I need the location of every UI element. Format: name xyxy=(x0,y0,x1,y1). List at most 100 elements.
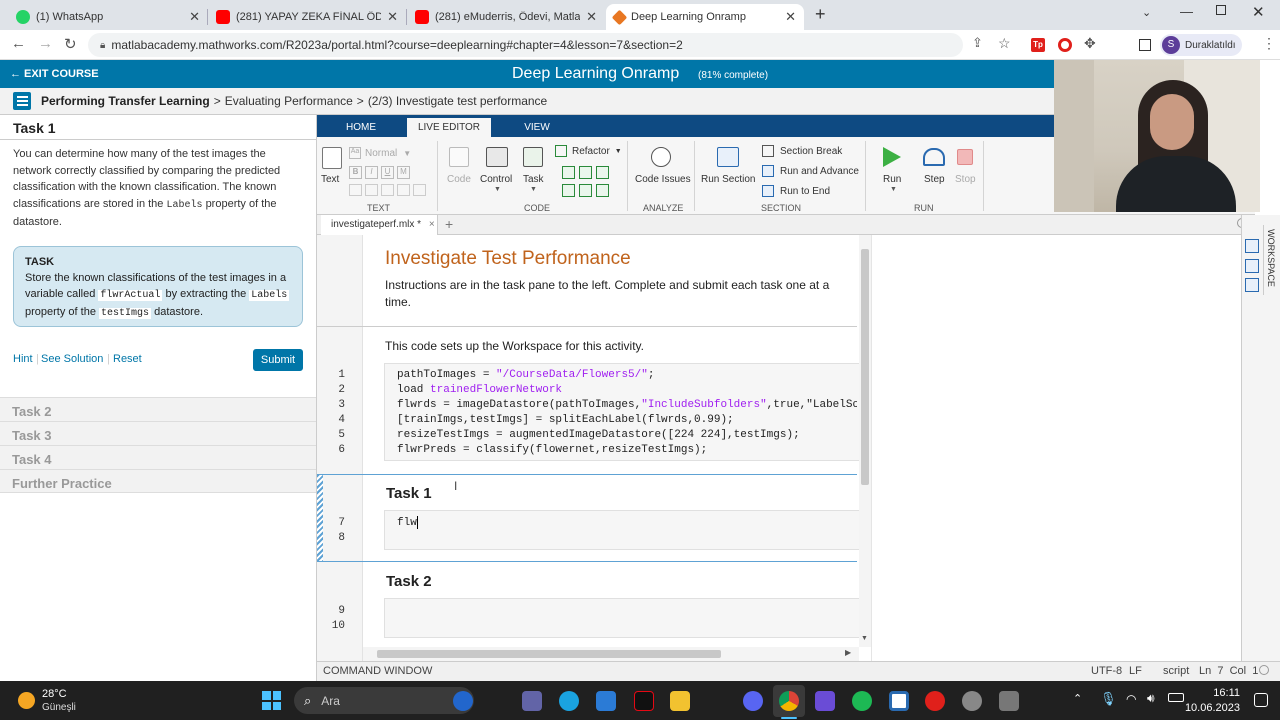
breadcrumb-lesson[interactable]: Evaluating Performance xyxy=(225,94,353,108)
align-right-icon[interactable] xyxy=(413,184,426,196)
scroll-right-icon[interactable]: ▶ xyxy=(845,648,851,657)
step-icon[interactable] xyxy=(923,148,945,166)
wifi-icon[interactable]: ◠ xyxy=(1126,692,1136,706)
extension-opera-icon[interactable] xyxy=(1058,38,1072,52)
task-1-code-block[interactable] xyxy=(384,510,859,550)
run-and-advance-button[interactable]: Run and Advance xyxy=(762,165,859,177)
close-window-button[interactable]: ✕ xyxy=(1252,3,1265,21)
reload-icon[interactable]: ↻ xyxy=(64,35,77,53)
close-icon[interactable]: ✕ xyxy=(785,9,796,25)
bullet-list-icon[interactable] xyxy=(365,184,378,196)
side-panel-icon[interactable] xyxy=(1139,39,1151,51)
vpn-icon[interactable] xyxy=(815,691,835,711)
extension-tp-icon[interactable]: Tp xyxy=(1031,38,1045,52)
battery-icon[interactable] xyxy=(1168,693,1184,702)
taskbar-app-icon[interactable] xyxy=(453,691,473,711)
horizontal-scrollbar[interactable]: ▶ xyxy=(363,647,859,661)
extensions-puzzle-icon[interactable]: ✥ xyxy=(1084,35,1096,52)
task-2-code-block[interactable] xyxy=(384,598,859,638)
comment-icon[interactable] xyxy=(562,166,575,179)
vertical-scrollbar[interactable]: ▼ xyxy=(859,235,871,647)
address-bar[interactable]: 🔒︎ matlabacademy.mathworks.com/R2023a/po… xyxy=(88,33,963,57)
browser-tab-whatsapp[interactable]: (1) WhatsApp ✕ xyxy=(8,4,208,30)
close-icon[interactable]: ✕ xyxy=(387,9,398,25)
uncomment-icon[interactable] xyxy=(579,166,592,179)
clock-date[interactable]: 10.06.2023 xyxy=(1180,702,1240,714)
back-icon[interactable]: ← xyxy=(11,35,26,52)
italic-icon[interactable]: I xyxy=(365,166,378,179)
forward-icon[interactable]: → xyxy=(38,35,53,52)
maximize-button[interactable] xyxy=(1216,5,1226,15)
hint-link[interactable]: Hint xyxy=(13,353,33,365)
profile-button[interactable]: S Duraklatıldı xyxy=(1160,34,1242,56)
task-icon[interactable] xyxy=(523,147,543,167)
refactor-dropdown[interactable]: Refactor ▼ xyxy=(555,145,622,157)
store-icon[interactable] xyxy=(596,691,616,711)
task-3-row[interactable]: Task 3 xyxy=(0,421,316,445)
new-tab-button[interactable]: + xyxy=(815,4,826,25)
start-button[interactable] xyxy=(262,691,281,710)
tab-search-icon[interactable]: ⌄ xyxy=(1142,6,1151,19)
run-icon[interactable] xyxy=(883,147,901,167)
tray-expand-icon[interactable]: ⌃ xyxy=(1073,692,1082,705)
smart-indent-icon[interactable] xyxy=(562,184,575,197)
scrollbar-thumb[interactable] xyxy=(377,650,721,658)
control-icon[interactable] xyxy=(486,147,508,167)
exit-course-link[interactable]: ← EXIT COURSE xyxy=(10,68,99,80)
code-icon[interactable] xyxy=(449,147,469,167)
see-solution-link[interactable]: See Solution xyxy=(41,353,103,365)
file-tab-investigateperf[interactable]: investigateperf.mlx * × xyxy=(321,215,438,235)
edge-icon[interactable] xyxy=(559,691,579,711)
increase-indent-icon[interactable] xyxy=(579,184,592,197)
scroll-down-icon[interactable]: ▼ xyxy=(861,635,868,642)
reset-link[interactable]: Reset xyxy=(113,353,142,365)
microphone-icon[interactable]: 🎙︎ xyxy=(1100,691,1117,707)
teams-icon[interactable] xyxy=(522,691,542,711)
discord-icon[interactable] xyxy=(743,691,763,711)
menu-hamburger-icon[interactable] xyxy=(13,92,31,110)
breadcrumb-chapter[interactable]: Performing Transfer Learning xyxy=(41,94,210,108)
further-practice-row[interactable]: Further Practice xyxy=(0,469,316,493)
notifications-icon[interactable] xyxy=(1254,693,1268,707)
share-icon[interactable]: ⇪ xyxy=(972,35,983,51)
file-explorer-icon[interactable] xyxy=(670,691,690,711)
command-window-tab[interactable]: COMMAND WINDOW xyxy=(323,665,432,677)
tab-live-editor[interactable]: LIVE EDITOR xyxy=(407,118,491,137)
task-2-row[interactable]: Task 2 xyxy=(0,397,316,421)
underline-icon[interactable]: U xyxy=(381,166,394,179)
hide-code-icon[interactable] xyxy=(1245,278,1259,292)
menu-kebab-icon[interactable]: ⋮ xyxy=(1262,35,1276,52)
section-break-button[interactable]: Section Break xyxy=(762,145,842,157)
bold-icon[interactable]: B xyxy=(349,166,362,179)
workspace-tab[interactable]: WORKSPACE xyxy=(1263,225,1279,295)
minimize-button[interactable]: — xyxy=(1180,4,1193,19)
text-style-select[interactable]: Aa Normal ▼ xyxy=(349,146,415,160)
browser-tab-youtube-1[interactable]: (281) YAPAY ZEKA FİNAL ÖDEVİ ✕ xyxy=(208,4,406,30)
live-editor[interactable]: Investigate Test Performance Instruction… xyxy=(317,235,871,661)
clock-time[interactable]: 16:11 xyxy=(1192,687,1240,699)
run-to-end-button[interactable]: Run to End xyxy=(762,185,830,197)
text-icon[interactable] xyxy=(322,147,342,169)
opera-icon[interactable] xyxy=(925,691,945,711)
chrome-icon[interactable] xyxy=(779,691,799,711)
weather-sun-icon[interactable] xyxy=(18,692,35,709)
bookmark-star-icon[interactable]: ☆ xyxy=(998,35,1011,52)
status-options-icon[interactable] xyxy=(1259,665,1269,675)
run-section-icon[interactable] xyxy=(717,147,739,167)
add-file-tab-button[interactable]: + xyxy=(445,216,453,232)
close-icon[interactable]: ✕ xyxy=(586,9,597,25)
netflix-icon[interactable] xyxy=(634,691,654,711)
tab-home[interactable]: HOME xyxy=(325,118,397,137)
code-issues-icon[interactable] xyxy=(651,147,671,167)
close-icon[interactable]: × xyxy=(429,219,435,230)
volume-icon[interactable]: 🔊︎ xyxy=(1147,691,1155,706)
network-tool-icon[interactable] xyxy=(962,691,982,711)
align-left-icon[interactable] xyxy=(381,184,394,196)
output-right-icon[interactable] xyxy=(1245,259,1259,273)
task-4-row[interactable]: Task 4 xyxy=(0,445,316,469)
spotify-icon[interactable] xyxy=(852,691,872,711)
decrease-indent-icon[interactable] xyxy=(596,184,609,197)
app-window-icon[interactable] xyxy=(889,691,909,711)
close-icon[interactable]: ✕ xyxy=(189,9,200,25)
browser-tab-deep-learning[interactable]: Deep Learning Onramp ✕ xyxy=(606,4,804,30)
